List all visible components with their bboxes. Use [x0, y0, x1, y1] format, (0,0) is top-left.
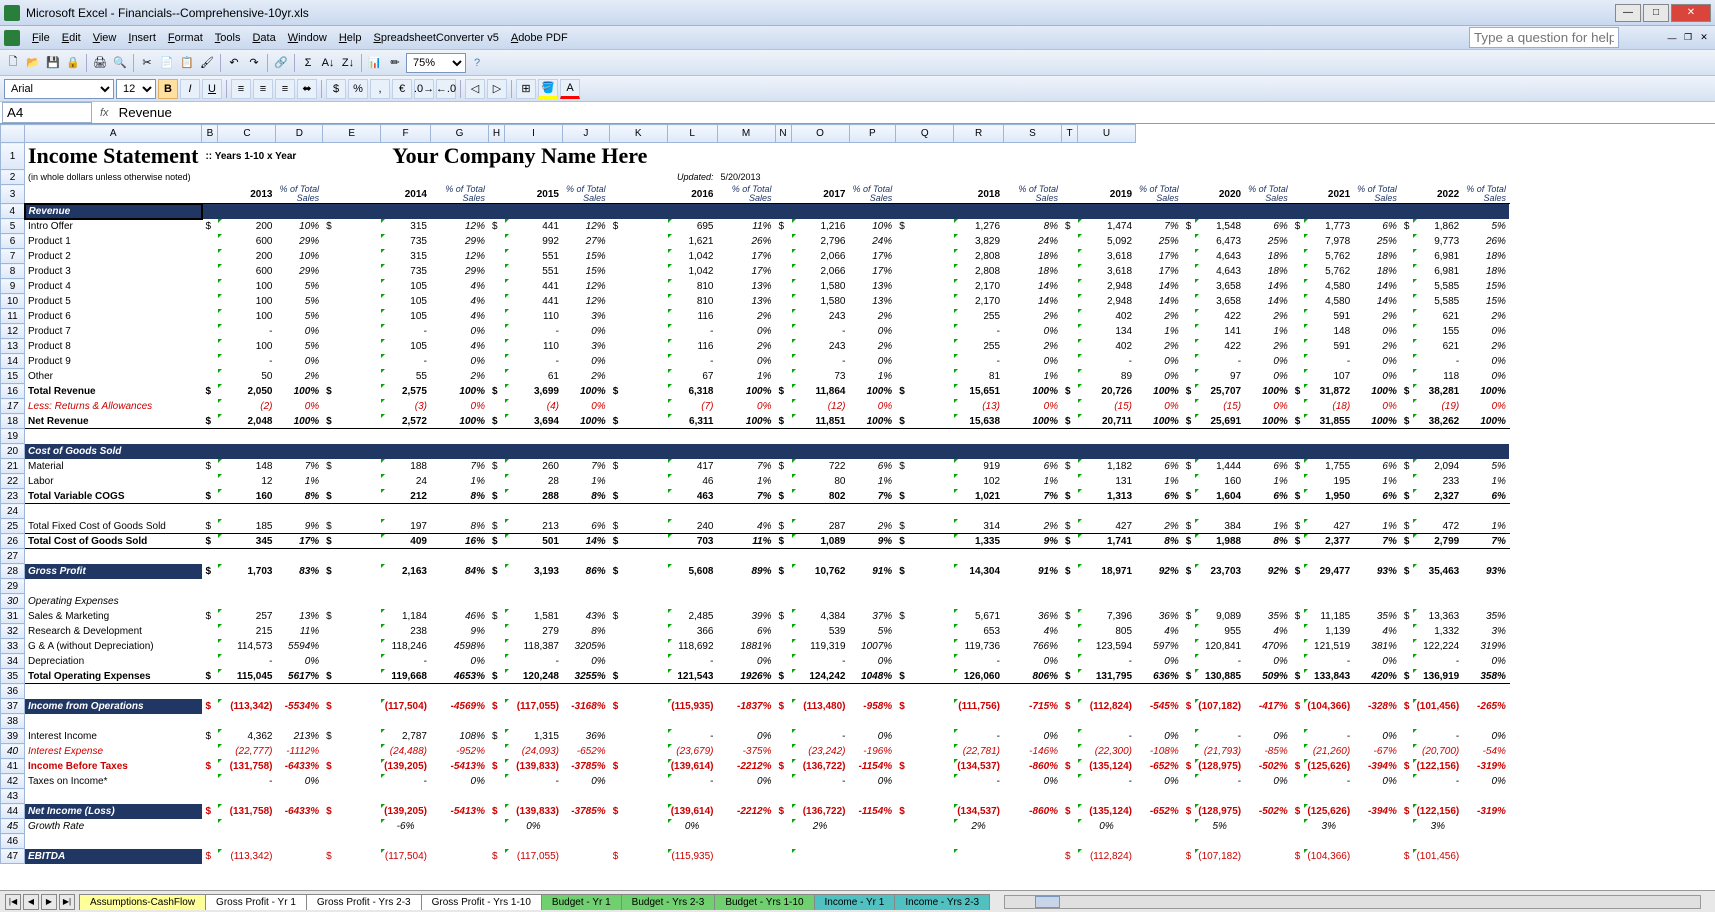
help-icon[interactable]: ? [468, 54, 486, 72]
size-select[interactable]: 12 [116, 79, 156, 99]
excel-icon [4, 5, 20, 21]
menu-help[interactable]: Help [333, 30, 368, 46]
h-scrollbar[interactable] [1004, 895, 1701, 909]
increase-decimal-button[interactable]: .0→ [414, 79, 434, 99]
font-color-button[interactable]: A [560, 79, 580, 99]
sheet-tab[interactable]: Budget - Yr 1 [541, 894, 622, 910]
redo-icon[interactable]: ↷ [245, 54, 263, 72]
permission-icon[interactable]: 🔒 [64, 54, 82, 72]
decrease-indent-button[interactable]: ◁ [465, 79, 485, 99]
decrease-decimal-button[interactable]: ←.0 [436, 79, 456, 99]
preview-icon[interactable]: 🔍 [111, 54, 129, 72]
currency-button[interactable]: $ [326, 79, 346, 99]
new-icon[interactable]: 🗋 [4, 54, 22, 72]
standard-toolbar: 🗋 📂 💾 🔒 🖨 🔍 ✂ 📄 📋 🖌 ↶ ↷ 🔗 Σ A↓ Z↓ 📊 ✏ 75… [0, 50, 1715, 76]
chart-icon[interactable]: 📊 [366, 54, 384, 72]
name-box[interactable] [2, 102, 92, 123]
font-select[interactable]: Arial [4, 79, 114, 99]
sort-desc-icon[interactable]: Z↓ [339, 54, 357, 72]
merge-button[interactable]: ⬌ [297, 79, 317, 99]
menu-window[interactable]: Window [282, 30, 333, 46]
sort-asc-icon[interactable]: A↓ [319, 54, 337, 72]
close-button[interactable]: ✕ [1671, 4, 1711, 22]
menu-file[interactable]: File [26, 30, 56, 46]
menu-format[interactable]: Format [162, 30, 209, 46]
autosum-icon[interactable]: Σ [299, 54, 317, 72]
doc-close[interactable]: ✕ [1697, 31, 1711, 45]
menu-bar: FileEditViewInsertFormatToolsDataWindowH… [0, 26, 1715, 50]
align-center-button[interactable]: ≡ [253, 79, 273, 99]
menu-insert[interactable]: Insert [122, 30, 162, 46]
menu-edit[interactable]: Edit [56, 30, 87, 46]
increase-indent-button[interactable]: ▷ [487, 79, 507, 99]
tab-prev[interactable]: ◀ [23, 894, 39, 910]
copy-icon[interactable]: 📄 [158, 54, 176, 72]
save-icon[interactable]: 💾 [44, 54, 62, 72]
menu-tools[interactable]: Tools [209, 30, 247, 46]
formula-bar: fx [0, 102, 1715, 124]
fx-icon[interactable]: fx [94, 107, 115, 119]
percent-button[interactable]: % [348, 79, 368, 99]
underline-button[interactable]: U [202, 79, 222, 99]
open-icon[interactable]: 📂 [24, 54, 42, 72]
format-painter-icon[interactable]: 🖌 [198, 54, 216, 72]
menu-adobe-pdf[interactable]: Adobe PDF [505, 30, 574, 46]
menu-spreadsheetconverter-v5[interactable]: SpreadsheetConverter v5 [367, 30, 504, 46]
worksheet-area[interactable]: ABCDEFGHIJKLMNOPQRSTU1Income Statement::… [0, 124, 1715, 890]
comma-button[interactable]: , [370, 79, 390, 99]
app-icon[interactable] [4, 30, 20, 46]
tab-next[interactable]: ▶ [41, 894, 57, 910]
sheet-tab[interactable]: Gross Profit - Yr 1 [205, 894, 307, 910]
minimize-button[interactable]: — [1615, 4, 1641, 22]
sheet-tab[interactable]: Income - Yr 1 [814, 894, 896, 910]
menu-data[interactable]: Data [246, 30, 281, 46]
maximize-button[interactable]: □ [1643, 4, 1669, 22]
window-title: Microsoft Excel - Financials--Comprehens… [26, 6, 309, 20]
align-left-button[interactable]: ≡ [231, 79, 251, 99]
sheet-tab[interactable]: Gross Profit - Yrs 1-10 [421, 894, 542, 910]
italic-button[interactable]: I [180, 79, 200, 99]
cut-icon[interactable]: ✂ [138, 54, 156, 72]
undo-icon[interactable]: ↶ [225, 54, 243, 72]
drawing-icon[interactable]: ✏ [386, 54, 404, 72]
paste-icon[interactable]: 📋 [178, 54, 196, 72]
sheet-tab[interactable]: Income - Yrs 2-3 [894, 894, 990, 910]
sheet-tab[interactable]: Budget - Yrs 1-10 [714, 894, 814, 910]
title-bar: Microsoft Excel - Financials--Comprehens… [0, 0, 1715, 26]
sheet-tab[interactable]: Gross Profit - Yrs 2-3 [306, 894, 422, 910]
euro-button[interactable]: € [392, 79, 412, 99]
doc-minimize[interactable]: — [1665, 31, 1679, 45]
align-right-button[interactable]: ≡ [275, 79, 295, 99]
fill-color-button[interactable]: 🪣 [538, 79, 558, 99]
formula-input[interactable] [115, 103, 1715, 122]
formatting-toolbar: Arial 12 B I U ≡ ≡ ≡ ⬌ $ % , € .0→ ←.0 ◁… [0, 76, 1715, 102]
tab-first[interactable]: |◀ [5, 894, 21, 910]
print-icon[interactable]: 🖨 [91, 54, 109, 72]
sheet-tab[interactable]: Budget - Yrs 2-3 [621, 894, 716, 910]
doc-restore[interactable]: ❐ [1681, 31, 1695, 45]
link-icon[interactable]: 🔗 [272, 54, 290, 72]
zoom-select[interactable]: 75% [406, 53, 466, 73]
bold-button[interactable]: B [158, 79, 178, 99]
borders-button[interactable]: ⊞ [516, 79, 536, 99]
sheet-tab-bar: |◀ ◀ ▶ ▶| Assumptions-CashFlowGross Prof… [0, 890, 1715, 912]
menu-view[interactable]: View [87, 30, 123, 46]
sheet-tab[interactable]: Assumptions-CashFlow [79, 894, 206, 910]
tab-last[interactable]: ▶| [59, 894, 75, 910]
help-search[interactable] [1469, 27, 1619, 48]
